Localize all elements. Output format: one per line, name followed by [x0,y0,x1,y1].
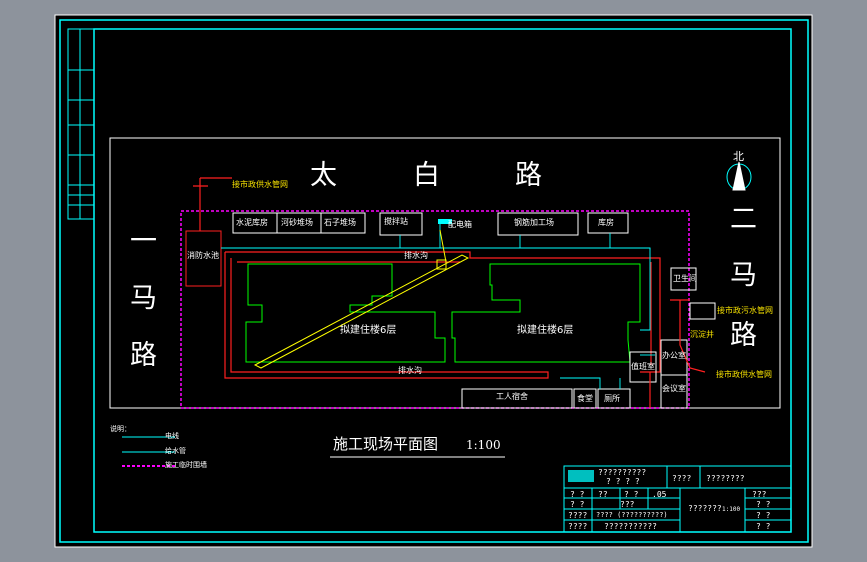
stone-yard-label: 石子堆场 [324,218,356,227]
tb-company: ?????????? [598,468,647,477]
road-north-char-3: 路 [515,160,542,191]
drawing-title: 施工现场平面图 [333,435,439,453]
road-east-char-1: 二 [730,204,757,235]
road-east-char-2: 马 [730,260,757,291]
cement-store-label: 水泥库房 [236,218,268,227]
legend-item-wire: 电线 [165,432,179,440]
road-west-char-2: 马 [130,283,157,314]
toilet-label: 卫生间 [673,274,697,283]
water-tank-label: 消防水池 [187,251,219,260]
warehouse-label: 库房 [598,218,614,227]
tb-scale: 1:100 [722,506,741,513]
tb-right-2: ? ? [756,500,771,509]
tb-r4-c1: ???? [568,522,588,531]
tb-r1-c4: .05 [652,490,667,499]
tb-r1-c1: ? ? [570,490,585,499]
dormitory-label: 工人宿舍 [496,392,528,401]
tb-project-label: ???? [672,474,692,483]
legend-heading: 说明： [110,425,131,433]
tb-right-3: ? ? [756,511,771,520]
drawing-scale: 1:100 [466,438,501,452]
tb-r1-c2: ?? [598,490,608,499]
tb-right-1: ??? [752,490,767,499]
tb-company-sub: ? ? ? ? [606,477,640,486]
office-label: 办公室 [662,351,686,360]
tb-r3-c1: ???? [568,511,588,520]
water-supply-top-note: 接市政供水管网 [232,180,288,189]
tb-r2-c1: ? ? [570,500,585,509]
road-east-char-3: 路 [730,320,757,351]
legend-item-fence: 施工临时围墙 [165,461,207,469]
road-north-char-2: 白 [413,160,440,191]
road-west-char-1: 一 [130,226,157,257]
duty-room-label: 值班室 [631,362,655,371]
meeting-room-label: 会议室 [662,384,686,393]
tb-r4-c2: ??????????? [604,522,657,531]
drain-bottom-label: 排水沟 [398,366,422,375]
sewage-note: 接市政污水管网 [717,306,773,315]
building-right-label: 拟建住楼6层 [517,325,574,336]
tb-r1-c3: ? ? [624,490,639,499]
distribution-box-label: 配电箱 [448,220,472,229]
road-north-char-1: 太 [310,160,337,191]
steel-shed-label: 钢筋加工场 [514,218,554,227]
water-supply-bottom-note: 接市政供水管网 [716,370,772,379]
north-label: 北 [733,150,744,163]
tb-right-4: ? ? [756,522,771,531]
tb-r2-c2: ??? [620,500,635,509]
legend-item-water: 给水管 [165,447,186,455]
septic-note: 沉淀井 [690,330,714,339]
tb-r3-c2: ???? (??????????) [596,511,668,519]
sand-yard-label: 河砂堆场 [281,218,313,227]
bathroom-label: 厕所 [604,394,620,403]
tb-project-name: ???????? [706,474,745,483]
mixer-room-label: 搅拌站 [384,217,408,226]
tb-drawing-name: ??????? [688,504,722,513]
building-left-label: 拟建住楼6层 [340,325,397,336]
canteen-label: 食堂 [577,394,593,403]
company-logo [568,470,594,482]
drain-top-label: 排水沟 [404,251,428,260]
road-west-char-3: 路 [130,340,157,371]
